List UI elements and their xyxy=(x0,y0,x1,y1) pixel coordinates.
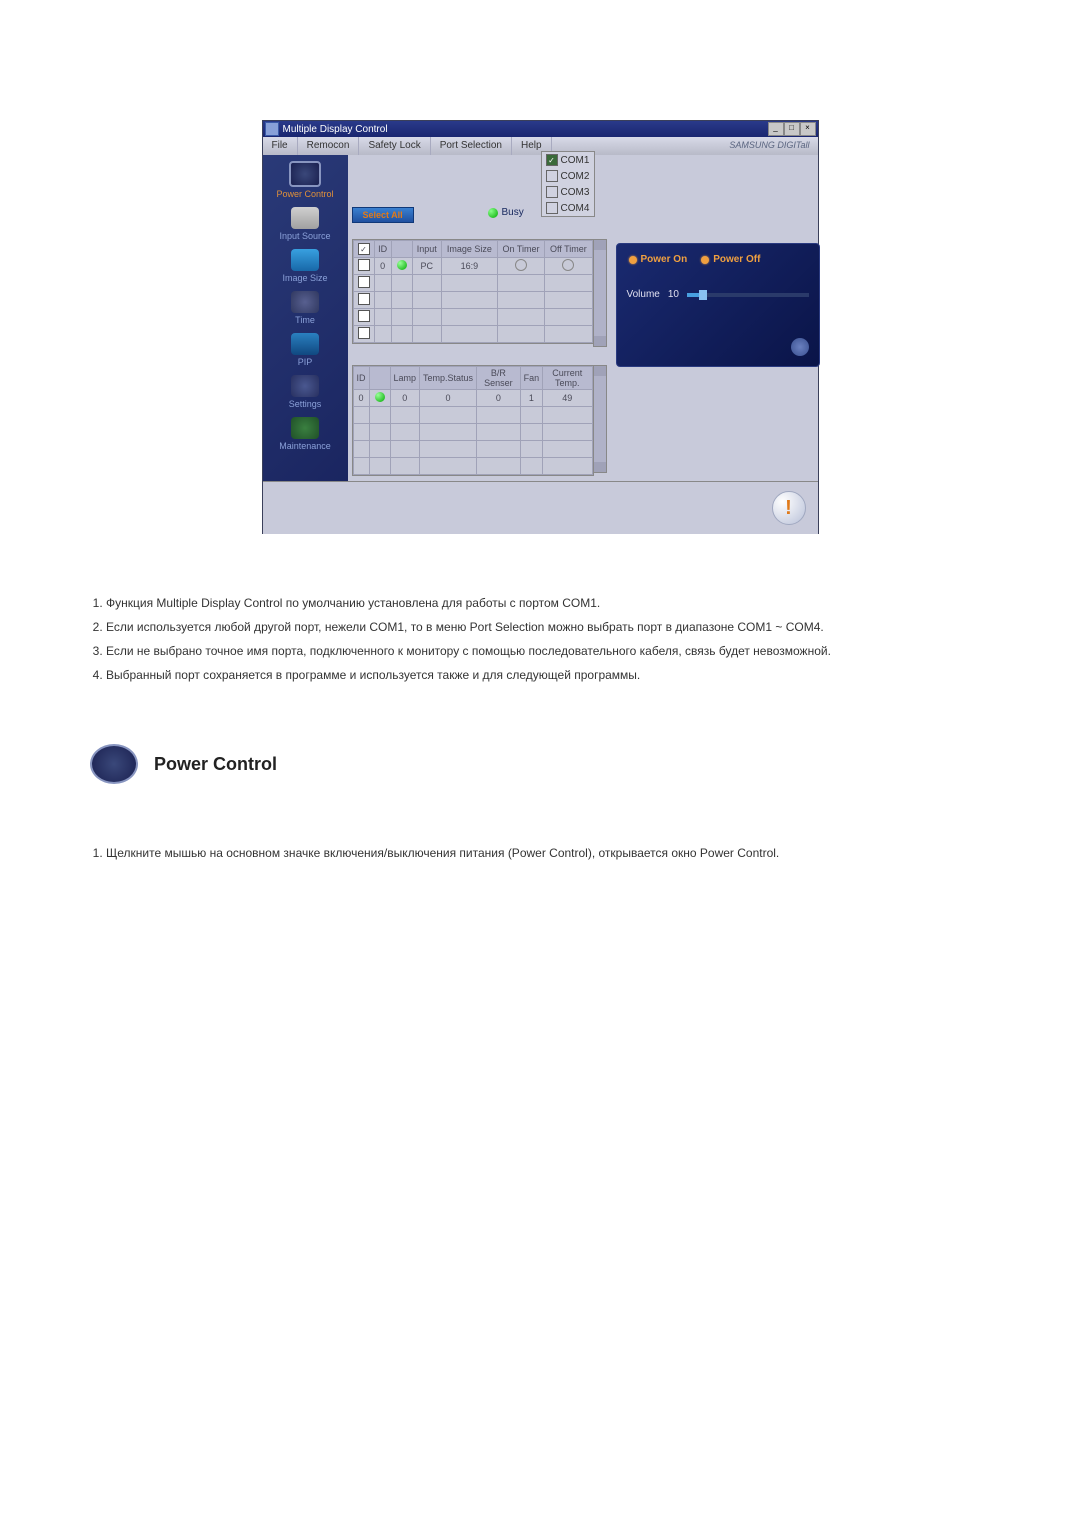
status-bar: ! xyxy=(263,481,818,534)
app-window: Multiple Display Control _ □ × File Remo… xyxy=(262,120,819,534)
input-icon xyxy=(291,207,319,229)
close-button[interactable]: × xyxy=(800,122,816,136)
nav-power-control[interactable]: Power Control xyxy=(263,159,348,205)
note-item: Выбранный порт сохраняется в программе и… xyxy=(106,666,990,684)
col-br-senser: B/R Senser xyxy=(477,367,521,390)
col-temp-status: Temp.Status xyxy=(420,367,477,390)
pip-icon xyxy=(291,333,319,355)
slider-thumb[interactable] xyxy=(699,290,707,300)
busy-led-icon xyxy=(488,208,498,218)
timer-led-icon xyxy=(562,259,574,271)
power-icon xyxy=(289,161,321,187)
col-on-timer: On Timer xyxy=(497,241,544,258)
header-checkbox[interactable] xyxy=(358,243,370,255)
section-heading: Power Control xyxy=(90,744,990,784)
row-checkbox[interactable] xyxy=(358,259,370,271)
menu-bar: File Remocon Safety Lock Port Selection … xyxy=(263,137,818,155)
menu-remocon[interactable]: Remocon xyxy=(298,137,360,155)
power-on-button[interactable]: Power On xyxy=(629,254,688,265)
port-item-com1[interactable]: ✓COM1 xyxy=(542,152,594,168)
brand-label: SAMSUNG DIGITall xyxy=(721,137,817,155)
control-panel: Power On Power Off Volume 10 xyxy=(616,243,820,367)
col-id: ID xyxy=(374,241,391,258)
table-row[interactable]: 0 PC 16:9 xyxy=(353,258,592,275)
port-item-com4[interactable]: COM4 xyxy=(542,200,594,216)
check-icon xyxy=(546,202,558,214)
section-title: Power Control xyxy=(154,754,277,775)
row-checkbox[interactable] xyxy=(358,327,370,339)
title-bar: Multiple Display Control _ □ × xyxy=(263,121,818,137)
row-checkbox[interactable] xyxy=(358,310,370,322)
nav-image-size[interactable]: Image Size xyxy=(263,247,348,289)
note-item: Функция Multiple Display Control по умол… xyxy=(106,594,990,612)
col-off-timer: Off Timer xyxy=(545,241,592,258)
table-row[interactable]: 0 0 0 0 1 49 xyxy=(353,390,592,407)
col-fan: Fan xyxy=(520,367,543,390)
section-notes-list: Щелкните мышью на основном значке включе… xyxy=(90,844,990,862)
note-item: Щелкните мышью на основном значке включе… xyxy=(106,844,990,862)
image-size-icon xyxy=(291,249,319,271)
col-input: Input xyxy=(412,241,441,258)
col-image-size: Image Size xyxy=(441,241,497,258)
menu-safety-lock[interactable]: Safety Lock xyxy=(359,137,430,155)
status-grid: ID Lamp Temp.Status B/R Senser Fan Curre… xyxy=(352,365,594,476)
check-icon xyxy=(546,170,558,182)
check-icon xyxy=(546,186,558,198)
minimize-button[interactable]: _ xyxy=(768,122,784,136)
mute-button[interactable] xyxy=(791,338,809,356)
col-id: ID xyxy=(353,367,369,390)
select-all-button[interactable]: Select All xyxy=(352,207,414,223)
nav-maintenance[interactable]: Maintenance xyxy=(263,415,348,457)
col-lamp: Lamp xyxy=(390,367,420,390)
dot-icon xyxy=(701,256,709,264)
app-icon xyxy=(265,122,279,136)
nav-time[interactable]: Time xyxy=(263,289,348,331)
menu-port-selection[interactable]: Port Selection xyxy=(431,137,512,155)
notes-list: Функция Multiple Display Control по умол… xyxy=(90,594,990,684)
scrollbar[interactable] xyxy=(593,365,607,473)
port-item-com3[interactable]: COM3 xyxy=(542,184,594,200)
check-icon: ✓ xyxy=(546,154,558,166)
scrollbar[interactable] xyxy=(593,239,607,347)
power-icon xyxy=(90,744,138,784)
timer-led-icon xyxy=(515,259,527,271)
clock-icon xyxy=(291,291,319,313)
dot-icon xyxy=(629,256,637,264)
settings-icon xyxy=(291,375,319,397)
power-led-icon xyxy=(375,392,385,402)
maintenance-icon xyxy=(291,417,319,439)
note-item: Если не выбрано точное имя порта, подклю… xyxy=(106,642,990,660)
col-power xyxy=(369,367,390,390)
status-info-icon: ! xyxy=(772,491,806,525)
menu-file[interactable]: File xyxy=(263,137,298,155)
nav-pip[interactable]: PIP xyxy=(263,331,348,373)
nav-input-source[interactable]: Input Source xyxy=(263,205,348,247)
sidebar: Power Control Input Source Image Size Ti… xyxy=(263,155,348,481)
busy-status: Busy xyxy=(488,207,524,218)
row-checkbox[interactable] xyxy=(358,293,370,305)
power-led-icon xyxy=(397,260,407,270)
window-title: Multiple Display Control xyxy=(283,124,768,135)
volume-slider[interactable] xyxy=(687,293,809,297)
maximize-button[interactable]: □ xyxy=(784,122,800,136)
volume-value: 10 xyxy=(668,289,679,300)
nav-settings[interactable]: Settings xyxy=(263,373,348,415)
row-checkbox[interactable] xyxy=(358,276,370,288)
power-off-button[interactable]: Power Off xyxy=(701,254,760,265)
col-current-temp: Current Temp. xyxy=(543,367,592,390)
volume-label: Volume xyxy=(627,289,660,300)
col-power xyxy=(391,241,412,258)
port-item-com2[interactable]: COM2 xyxy=(542,168,594,184)
display-grid: ID Input Image Size On Timer Off Timer 0… xyxy=(352,239,594,344)
port-selection-menu: ✓COM1 COM2 COM3 COM4 xyxy=(541,151,595,217)
note-item: Если используется любой другой порт, неж… xyxy=(106,618,990,636)
